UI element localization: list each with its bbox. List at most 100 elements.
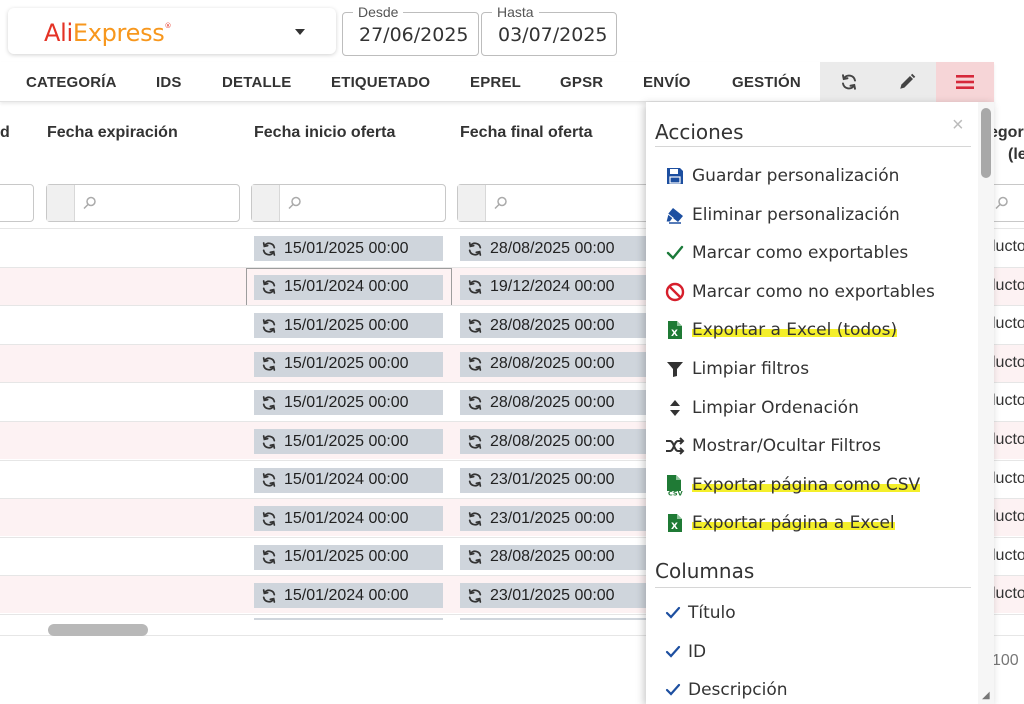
resize-grip-icon[interactable]: ◢ bbox=[982, 690, 990, 701]
filter-input-fecha-expiracion[interactable] bbox=[46, 184, 240, 222]
tab-ids[interactable]: IDS bbox=[156, 74, 182, 91]
menu-item-guardar-personalizacion[interactable]: Guardar personalización bbox=[664, 161, 899, 191]
column-toggle-item[interactable]: Título bbox=[664, 598, 736, 628]
fecha-final-chip[interactable]: 19/12/2024 00:00 bbox=[460, 274, 649, 300]
scrollbar-thumb[interactable] bbox=[981, 108, 991, 178]
fecha-inicio-chip[interactable]: 15/01/2024 00:00 bbox=[254, 274, 443, 300]
refresh-icon bbox=[254, 434, 284, 450]
categoria-partial-value: lucto bbox=[992, 238, 1024, 255]
fecha-inicio-chip[interactable]: 15/01/2025 00:00 bbox=[254, 390, 443, 416]
fecha-final-chip[interactable]: 28/08/2025 00:00 bbox=[460, 390, 649, 416]
tab-gestion[interactable]: GESTIÓN bbox=[732, 74, 801, 91]
fecha-final-chip[interactable]: 23/01/2025 00:00 bbox=[460, 467, 649, 493]
menu-item-limpiar-filtros[interactable]: Limpiar filtros bbox=[664, 354, 809, 384]
filter-input-partial[interactable] bbox=[0, 184, 34, 222]
refresh-icon bbox=[460, 511, 490, 527]
categoria-partial-value: lucto bbox=[992, 546, 1024, 564]
fecha-inicio-chip[interactable]: 15/01/2024 00:00 bbox=[254, 583, 443, 609]
fecha-final-chip[interactable]: 28/08/2025 00:00 bbox=[460, 351, 649, 377]
refresh-button[interactable] bbox=[820, 62, 878, 102]
menu-item-label: Eliminar personalización bbox=[692, 204, 900, 225]
filter-input-partial-right[interactable] bbox=[990, 184, 1024, 222]
sort-icon bbox=[664, 397, 686, 419]
fecha-inicio-chip[interactable]: 15/01/2025 00:00 bbox=[254, 429, 443, 454]
fecha-inicio-chip[interactable]: 15/01/2025 00:00 bbox=[254, 313, 443, 339]
hasta-label: Hasta bbox=[492, 4, 539, 20]
menu-item-marcar-como-no-exportables[interactable]: Marcar como no exportables bbox=[664, 277, 935, 307]
actions-dropdown: Acciones × Guardar personalización Elimin… bbox=[646, 102, 994, 704]
refresh-icon bbox=[460, 356, 490, 372]
filter-input-fecha-final[interactable] bbox=[457, 184, 657, 222]
fecha-inicio-value: 15/01/2025 00:00 bbox=[284, 393, 409, 411]
menu-item-exportar-pagina-a-excel[interactable]: X Exportar página a Excel bbox=[664, 508, 895, 538]
hasta-value[interactable]: 03/07/2025 bbox=[498, 24, 608, 46]
svg-text:CSV: CSV bbox=[668, 489, 683, 496]
search-icon bbox=[995, 196, 1008, 210]
tab-detalle[interactable]: DETALLE bbox=[222, 74, 291, 91]
fecha-inicio-chip[interactable]: 15/01/2024 00:00 bbox=[254, 506, 443, 532]
fecha-inicio-value: 15/01/2024 00:00 bbox=[284, 509, 409, 527]
aliexpress-logo: AliExpress® bbox=[44, 19, 172, 47]
csv-file-icon: CSV bbox=[664, 474, 686, 496]
tab-categoria[interactable]: CATEGORÍA bbox=[26, 74, 117, 91]
menu-item-limpiar-ordenacion[interactable]: Limpiar Ordenación bbox=[664, 393, 859, 423]
fecha-final-chip[interactable]: 28/08/2025 00:00 bbox=[460, 313, 649, 339]
actions-menu-button[interactable] bbox=[936, 62, 994, 102]
fecha-final-chip[interactable]: 28/08/2025 00:00 bbox=[460, 429, 649, 454]
column-header-fecha-final-oferta[interactable]: Fecha final oferta bbox=[460, 124, 592, 142]
column-header-partial-right-sub: (le bbox=[1008, 146, 1024, 163]
search-icon bbox=[494, 196, 507, 210]
hasta-date-field[interactable]: Hasta 03/07/2025 bbox=[481, 4, 617, 56]
filter-input-fecha-inicio[interactable] bbox=[251, 184, 446, 222]
menu-item-exportar-a-excel-todos[interactable]: X Exportar a Excel (todos) bbox=[664, 315, 898, 345]
fecha-final-chip[interactable]: 28/08/2025 00:00 bbox=[460, 236, 649, 261]
menu-item-mostrar-ocultar-filtros[interactable]: Mostrar/Ocultar Filtros bbox=[664, 431, 881, 461]
menu-item-marcar-como-exportables[interactable]: Marcar como exportables bbox=[664, 238, 908, 268]
tab-envio[interactable]: ENVÍO bbox=[643, 74, 691, 91]
column-toggle-item[interactable]: Descripción bbox=[664, 675, 788, 704]
excel-file-icon: X bbox=[664, 319, 686, 341]
page-size-partial[interactable]: 100 bbox=[992, 652, 1019, 670]
check-icon bbox=[664, 606, 682, 620]
svg-text:X: X bbox=[671, 329, 678, 339]
search-icon bbox=[83, 196, 96, 210]
fecha-final-chip[interactable]: 28/08/2025 00:00 bbox=[460, 544, 649, 570]
menu-vertical-scrollbar[interactable] bbox=[978, 102, 994, 704]
menu-item-label: Marcar como no exportables bbox=[692, 281, 935, 302]
fecha-inicio-chip[interactable]: 15/01/2024 00:00 bbox=[254, 467, 443, 493]
fecha-final-chip[interactable]: 23/01/2025 00:00 bbox=[460, 583, 649, 609]
store-selector[interactable]: AliExpress® bbox=[8, 8, 336, 54]
column-header-partial[interactable]: d bbox=[0, 124, 10, 142]
desde-value[interactable]: 27/06/2025 bbox=[359, 24, 469, 46]
categoria-partial-value: lucto bbox=[992, 353, 1024, 371]
fecha-inicio-chip[interactable]: 15/01/2025 00:00 bbox=[254, 236, 443, 261]
refresh-icon bbox=[254, 588, 284, 604]
menu-item-label: Guardar personalización bbox=[692, 166, 900, 186]
desde-date-field[interactable]: Desde 27/06/2025 bbox=[342, 4, 479, 56]
column-header-partial-right[interactable]: egor bbox=[989, 124, 1024, 142]
tab-gpsr[interactable]: GPSR bbox=[560, 74, 603, 91]
fecha-inicio-chip[interactable]: 15/01/2025 00:00 bbox=[254, 351, 443, 377]
categoria-partial-value: lucto bbox=[992, 508, 1024, 526]
fecha-inicio-value: 15/01/2025 00:00 bbox=[284, 239, 409, 257]
close-icon[interactable]: × bbox=[952, 114, 964, 137]
scrollbar-thumb[interactable] bbox=[48, 624, 148, 636]
refresh-icon bbox=[254, 549, 284, 565]
fecha-final-chip[interactable]: 23/01/2025 00:00 bbox=[460, 506, 649, 532]
menu-item-exportar-pagina-como-csv[interactable]: CSV Exportar página como CSV bbox=[664, 470, 921, 500]
column-header-fecha-inicio-oferta[interactable]: Fecha inicio oferta bbox=[254, 124, 395, 142]
chevron-down-icon[interactable] bbox=[295, 29, 305, 35]
menu-item-label: Exportar página a Excel bbox=[692, 513, 895, 534]
tab-etiquetado[interactable]: ETIQUETADO bbox=[331, 74, 430, 91]
svg-text:X: X bbox=[671, 522, 678, 532]
categoria-partial-value: lucto bbox=[992, 276, 1024, 294]
column-toggle-item[interactable]: ID bbox=[664, 637, 706, 667]
fecha-inicio-chip[interactable]: 15/01/2025 00:00 bbox=[254, 544, 443, 570]
fecha-inicio-value: 15/01/2024 00:00 bbox=[284, 471, 409, 489]
refresh-icon bbox=[254, 472, 284, 488]
menu-item-eliminar-personalizacion[interactable]: Eliminar personalización bbox=[664, 200, 900, 230]
column-header-fecha-expiracion[interactable]: Fecha expiración bbox=[47, 124, 178, 142]
refresh-icon bbox=[460, 279, 490, 295]
edit-button[interactable] bbox=[878, 62, 936, 102]
tab-eprel[interactable]: EPREL bbox=[470, 74, 521, 91]
